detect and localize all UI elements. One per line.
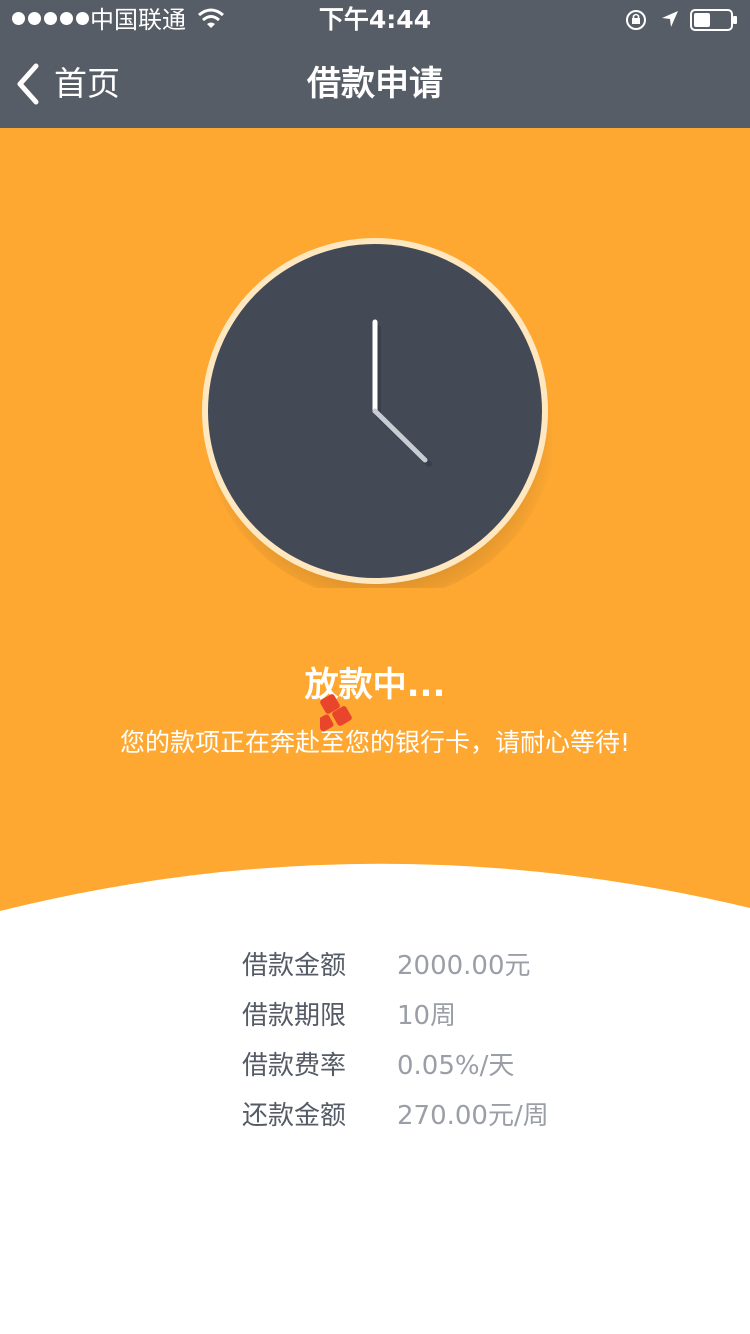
loan-status-panel: 放款中... 您的款项正在奔赴至您的银行卡，请耐心等待! <box>0 128 750 928</box>
detail-label: 借款费率 <box>242 1051 347 1081</box>
battery-icon <box>690 9 737 31</box>
detail-row-term: 借款期限 10周 <box>0 996 750 1036</box>
status-bar: 中国联通 下午4:44 <box>0 0 750 40</box>
watermark-logo <box>320 694 352 732</box>
clock-icon <box>202 238 552 588</box>
detail-label: 借款金额 <box>242 951 347 981</box>
detail-value: 0.05%/天 <box>397 1051 515 1081</box>
detail-row-rate: 借款费率 0.05%/天 <box>0 1046 750 1086</box>
detail-row-repayment: 还款金额 270.00元/周 <box>0 1096 750 1136</box>
navigation-bar: 首页 借款申请 <box>0 40 750 128</box>
detail-value: 2000.00元 <box>397 951 531 981</box>
rotation-lock-icon <box>626 10 646 30</box>
detail-label: 还款金额 <box>242 1101 347 1131</box>
detail-label: 借款期限 <box>242 1001 347 1031</box>
detail-value: 10周 <box>397 1001 457 1031</box>
top-bar: 中国联通 下午4:44 首页 借款申请 <box>0 0 750 128</box>
screen: 中国联通 下午4:44 首页 借款申请 放款中... 您的款项正在奔赴至您的银行… <box>0 0 750 1334</box>
detail-row-amount: 借款金额 2000.00元 <box>0 946 750 986</box>
location-icon <box>662 11 678 27</box>
page-title: 借款申请 <box>307 64 443 104</box>
detail-value: 270.00元/周 <box>397 1101 549 1131</box>
